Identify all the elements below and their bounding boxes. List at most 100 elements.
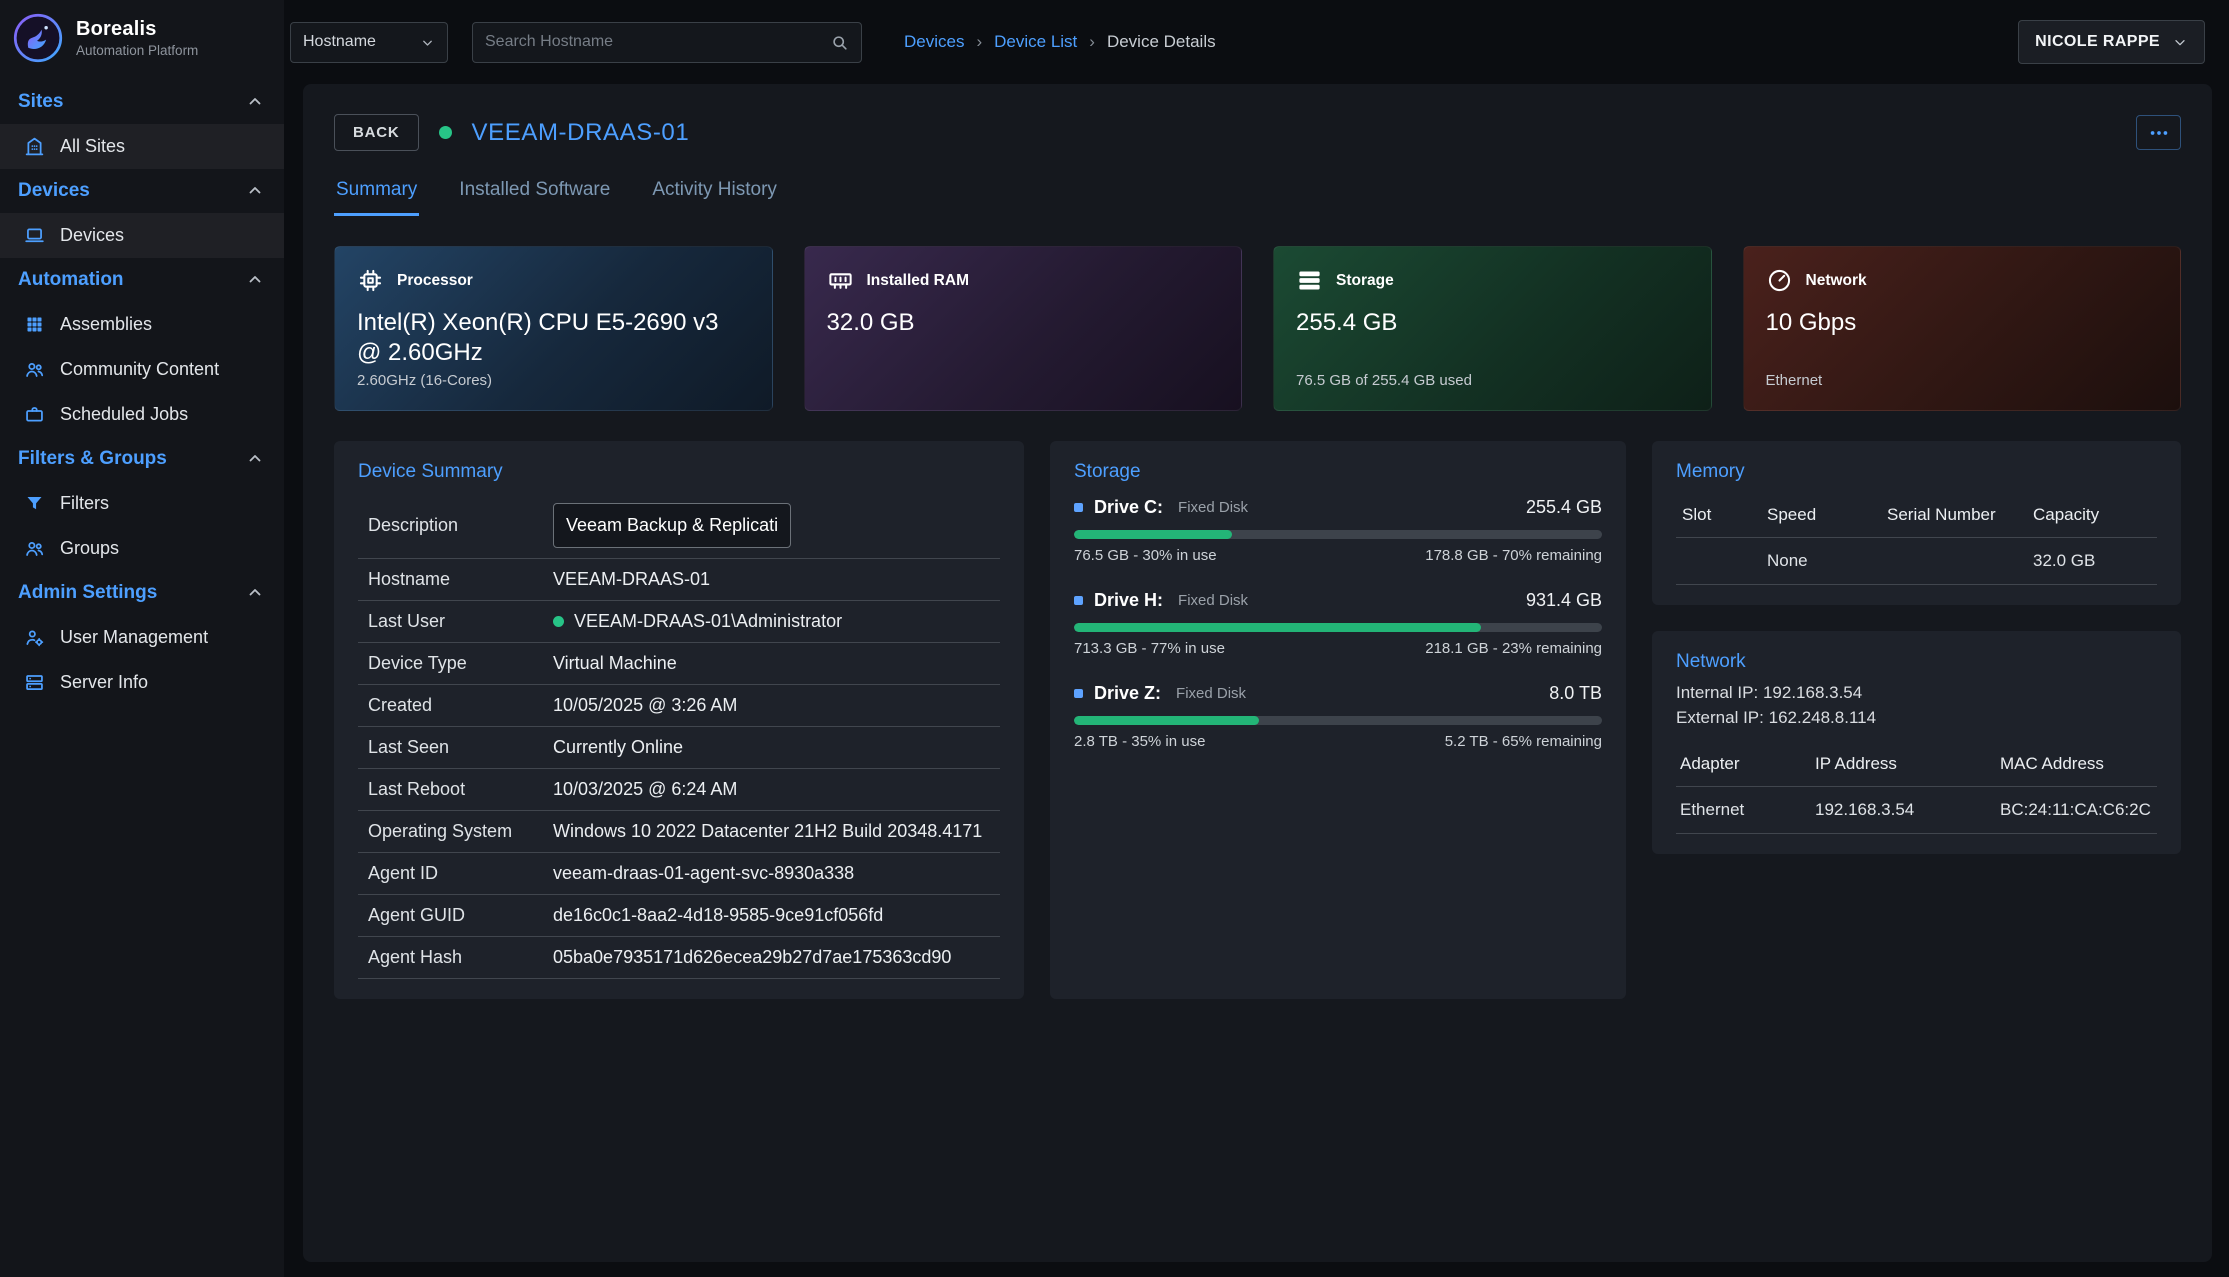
row-value: 05ba0e7935171d626ecea29b27d7ae175363cd90 [553, 947, 951, 968]
device-tabs: Summary Installed Software Activity Hist… [334, 177, 2181, 216]
external-ip-line: External IP: 162.248.8.114 [1676, 708, 2157, 728]
user-menu-button[interactable]: NICOLE RAPPE [2018, 20, 2205, 64]
network-panel: Network Internal IP: 192.168.3.54 Extern… [1652, 631, 2181, 854]
topbar: Hostname Devices Device List Device Deta… [284, 0, 2229, 84]
drive-stats: 713.3 GB - 77% in use 218.1 GB - 23% rem… [1074, 640, 1602, 657]
tab-activity-history[interactable]: Activity History [650, 177, 779, 216]
sidebar-item-label: Filters [60, 493, 109, 514]
installed-ram-card: Installed RAM 32.0 GB [804, 246, 1243, 411]
drive-used-text: 713.3 GB - 77% in use [1074, 640, 1225, 657]
device-summary-panel: Device Summary Description Hostname VEEA… [334, 441, 1024, 999]
section-label: Admin Settings [18, 582, 157, 604]
sidebar-item-devices[interactable]: Devices [0, 213, 284, 258]
sidebar-item-label: Server Info [60, 672, 148, 693]
sidebar-item-scheduled-jobs[interactable]: Scheduled Jobs [0, 392, 284, 437]
description-input[interactable] [553, 503, 791, 548]
drive-type: Fixed Disk [1176, 685, 1246, 702]
summary-row-last-user: Last User VEEAM-DRAAS-01\Administrator [358, 601, 1000, 643]
drive-used-text: 76.5 GB - 30% in use [1074, 547, 1217, 564]
section-label: Devices [18, 180, 90, 202]
drive-bullet-icon [1074, 503, 1083, 512]
sidebar-item-user-management[interactable]: User Management [0, 615, 284, 660]
tab-summary[interactable]: Summary [334, 177, 419, 216]
external-ip-label: External IP: [1676, 708, 1764, 727]
sidebar-section-automation[interactable]: Automation [0, 258, 284, 302]
drive-remaining-text: 178.8 GB - 70% remaining [1425, 547, 1602, 564]
more-actions-button[interactable] [2136, 115, 2181, 150]
summary-row-operating-system: Operating System Windows 10 2022 Datacen… [358, 811, 1000, 853]
ellipsis-icon [2148, 122, 2170, 144]
users-icon [24, 538, 45, 559]
app-name: Borealis [76, 18, 198, 41]
memory-header-speed: Speed [1761, 493, 1881, 538]
briefcase-icon [24, 404, 45, 425]
row-label: Agent GUID [368, 905, 553, 926]
chevron-down-icon [420, 35, 435, 50]
memory-header-slot: Slot [1676, 493, 1761, 538]
row-label: Created [368, 695, 553, 716]
memory-cell-speed: None [1761, 538, 1881, 585]
row-value: VEEAM-DRAAS-01 [553, 569, 710, 590]
row-label: Hostname [368, 569, 553, 590]
main-area: Hostname Devices Device List Device Deta… [284, 0, 2229, 1277]
tab-installed-software[interactable]: Installed Software [457, 177, 612, 216]
summary-row-last-seen: Last Seen Currently Online [358, 727, 1000, 769]
section-label: Automation [18, 269, 124, 291]
sidebar: Borealis Automation Platform Sites All S… [0, 0, 284, 1277]
sidebar-item-filters[interactable]: Filters [0, 481, 284, 526]
row-value: veeam-draas-01-agent-svc-8930a338 [553, 863, 854, 884]
memory-cell-slot [1676, 538, 1761, 585]
row-value: 10/05/2025 @ 3:26 AM [553, 695, 737, 716]
drive-used-text: 2.8 TB - 35% in use [1074, 733, 1205, 750]
drive-progress-track [1074, 530, 1602, 539]
breadcrumb-devices[interactable]: Devices [904, 32, 964, 52]
sidebar-item-community-content[interactable]: Community Content [0, 347, 284, 392]
sidebar-item-label: All Sites [60, 136, 125, 157]
hostname-filter-select[interactable]: Hostname [290, 22, 448, 63]
internal-ip-label: Internal IP: [1676, 683, 1758, 702]
memory-panel: Memory Slot Speed Serial Number Capacity… [1652, 441, 2181, 605]
row-label: Agent ID [368, 863, 553, 884]
sidebar-item-server-info[interactable]: Server Info [0, 660, 284, 705]
sidebar-item-groups[interactable]: Groups [0, 526, 284, 571]
sidebar-item-assemblies[interactable]: Assemblies [0, 302, 284, 347]
drive-name: Drive C: [1094, 497, 1163, 518]
internal-ip-value: 192.168.3.54 [1763, 683, 1862, 702]
drive-progress-fill [1074, 530, 1232, 539]
drive-header: Drive H: Fixed Disk 931.4 GB [1074, 590, 1602, 611]
users-icon [24, 359, 45, 380]
sidebar-section-filters-groups[interactable]: Filters & Groups [0, 437, 284, 481]
user-name: NICOLE RAPPE [2035, 33, 2160, 51]
row-label: Last Seen [368, 737, 553, 758]
filter-icon [24, 493, 45, 514]
search-input[interactable] [485, 33, 822, 51]
drive-stats: 2.8 TB - 35% in use 5.2 TB - 65% remaini… [1074, 733, 1602, 750]
summary-row-device-type: Device Type Virtual Machine [358, 643, 1000, 685]
card-header: Installed RAM [827, 267, 1220, 294]
card-value: Intel(R) Xeon(R) CPU E5-2690 v3 @ 2.60GH… [357, 308, 747, 368]
card-footer [827, 372, 1220, 390]
breadcrumb-device-list[interactable]: Device List [994, 32, 1077, 52]
card-value: 32.0 GB [827, 308, 1217, 338]
sidebar-section-admin-settings[interactable]: Admin Settings [0, 571, 284, 615]
sidebar-section-devices[interactable]: Devices [0, 169, 284, 213]
summary-row-description: Description [358, 493, 1000, 559]
storage-card: Storage 255.4 GB 76.5 GB of 255.4 GB use… [1273, 246, 1712, 411]
network-header-mac: MAC Address [1996, 742, 2157, 787]
search-icon[interactable] [830, 33, 849, 52]
user-gear-icon [24, 627, 45, 648]
building-icon [24, 136, 45, 157]
laptop-icon [24, 225, 45, 246]
grid-icon [24, 314, 45, 335]
row-label: Description [368, 515, 553, 536]
back-button[interactable]: BACK [334, 114, 419, 151]
row-label: Agent Hash [368, 947, 553, 968]
summary-row-hostname: Hostname VEEAM-DRAAS-01 [358, 559, 1000, 601]
sidebar-item-all-sites[interactable]: All Sites [0, 124, 284, 169]
external-ip-value: 162.248.8.114 [1769, 708, 1876, 727]
drive-c-block: Drive C: Fixed Disk 255.4 GB 76.5 GB - 3… [1074, 497, 1602, 564]
chevron-up-icon [246, 271, 264, 289]
card-footer: Ethernet [1766, 372, 2159, 390]
drive-size: 931.4 GB [1526, 590, 1602, 611]
sidebar-section-sites[interactable]: Sites [0, 80, 284, 124]
